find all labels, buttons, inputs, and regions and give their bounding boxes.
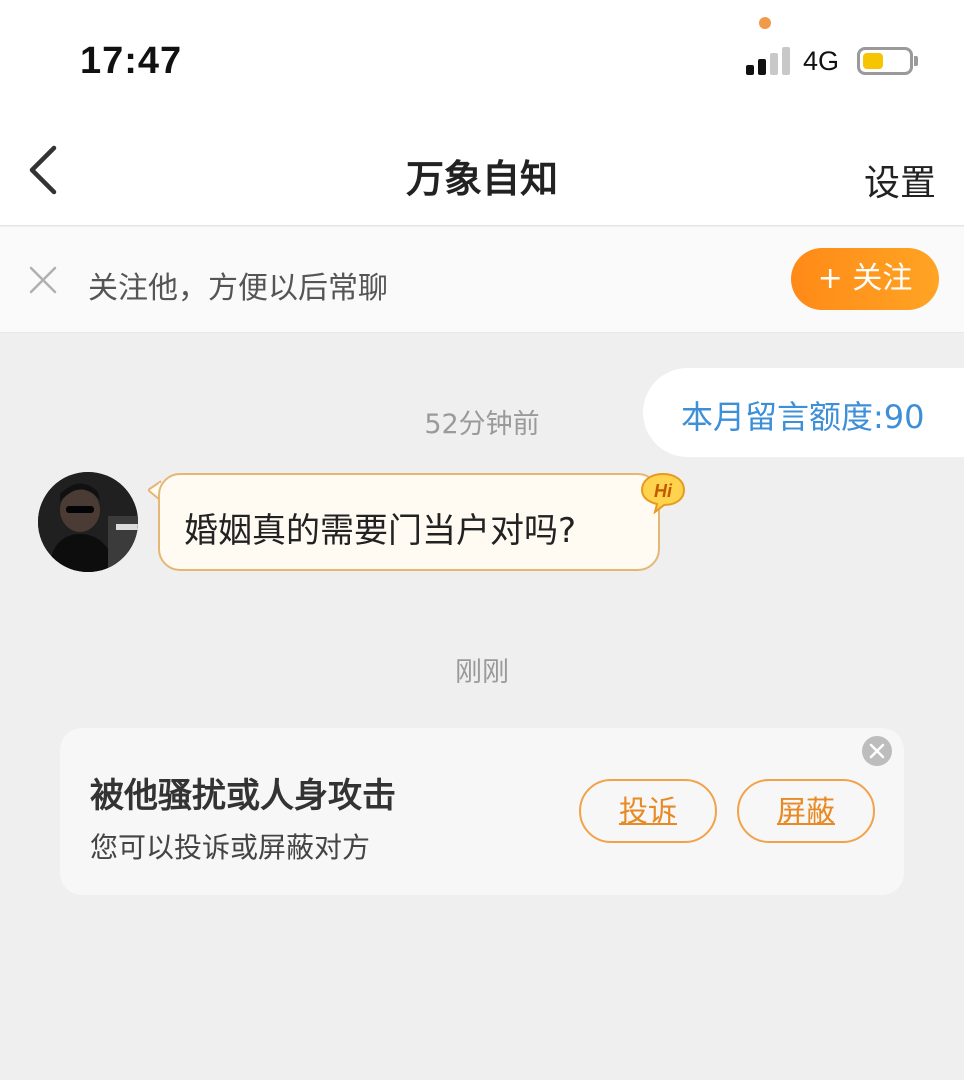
status-bar: 17:47 4G: [0, 0, 964, 120]
user-avatar-image: [38, 472, 138, 572]
battery-tip: [914, 56, 918, 66]
follow-button[interactable]: + 关注: [791, 248, 939, 310]
close-circle-icon[interactable]: [862, 736, 892, 766]
nav-bar: 万象自知 设置: [0, 120, 964, 226]
system-timestamp: 刚刚: [455, 657, 509, 688]
notice-subtitle: 您可以投诉或屏蔽对方: [90, 831, 371, 864]
battery-icon: [857, 47, 913, 75]
message-bubble[interactable]: 婚姻真的需要门当户对吗?: [158, 473, 660, 571]
status-time: 17:47: [80, 40, 183, 82]
signal-bar: [782, 47, 790, 75]
message-text: 婚姻真的需要门当户对吗?: [184, 511, 577, 551]
signal-bar: [770, 53, 778, 75]
signal-bar: [746, 65, 754, 75]
network-type: 4G: [803, 46, 840, 76]
follow-prompt: 关注他，方便以后常聊: [88, 271, 388, 306]
hi-badge-text: Hi: [654, 481, 673, 501]
follow-banner: 关注他，方便以后常聊 + 关注: [0, 227, 964, 333]
privacy-indicator-dot: [759, 17, 771, 29]
hi-badge-icon: Hi: [640, 472, 686, 514]
avatar[interactable]: [38, 472, 138, 572]
signal-icon: [746, 47, 790, 75]
close-icon[interactable]: [28, 265, 58, 295]
page-title: 万象自知: [405, 157, 558, 201]
harassment-notice-card: 被他骚扰或人身攻击 您可以投诉或屏蔽对方 投诉 屏蔽: [60, 728, 904, 895]
report-button[interactable]: 投诉: [579, 779, 717, 843]
notice-title: 被他骚扰或人身攻击: [90, 776, 396, 816]
signal-bar: [758, 59, 766, 75]
block-button[interactable]: 屏蔽: [737, 779, 875, 843]
chat-screen: 17:47 4G 万象自知 设置 关注他，方便以后常聊 + 关注 本月留言额度:…: [0, 0, 964, 1080]
battery-level: [863, 53, 883, 69]
settings-button[interactable]: 设置: [864, 154, 936, 206]
message-timestamp: 52分钟前: [424, 409, 540, 440]
